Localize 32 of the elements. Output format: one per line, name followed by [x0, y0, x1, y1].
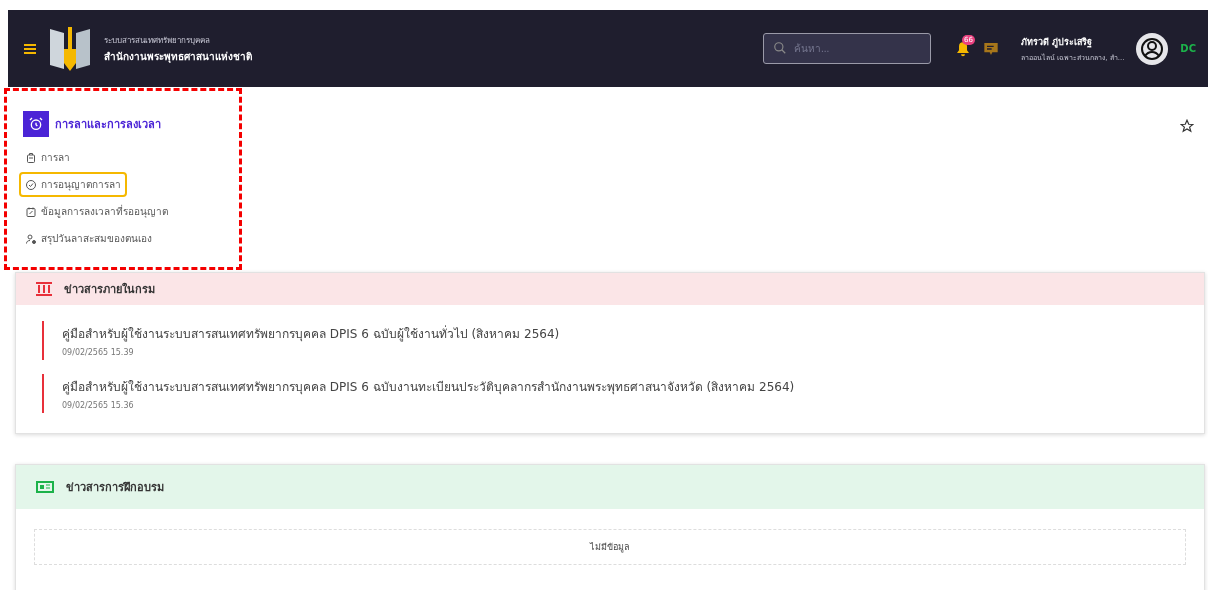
menu-title: การลาและการลงเวลา — [55, 117, 161, 133]
menu-item[interactable]: ข้อมูลการลงเวลาที่รออนุญาต — [19, 199, 174, 224]
menu-item[interactable]: การลา — [19, 145, 76, 170]
system-name: ระบบสารสนเทศทรัพยากรบุคคล — [104, 34, 211, 47]
card-title: ข่าวสารการฝึกอบรม — [66, 480, 164, 496]
newspaper-icon — [36, 481, 54, 493]
news-item[interactable]: คู่มือสำหรับผู้ใช้งานระบบสารสนเทศทรัพยากรบุคคล DPIS 6 ฉบับงานทะเบียนประวัติบุคลากรสำนักงานพระพุทธศาสนาจังหวัด (สิงหาคม 2564) 09/02/2565 15.36 — [42, 374, 1178, 413]
news-date: 09/02/2565 15.36 — [62, 401, 135, 410]
bell-icon[interactable] — [955, 40, 971, 57]
bag-icon — [25, 151, 37, 164]
user-icon — [1140, 36, 1165, 61]
news-item[interactable]: คู่มือสำหรับผู้ใช้งานระบบสารสนเทศทรัพยากรบุคคล DPIS 6 ฉบับผู้ใช้งานทั่วไป (สิงหาคม 2564) 09/02/2565 15.39 — [42, 321, 1178, 360]
star-icon[interactable] — [1180, 119, 1194, 133]
alarm-clock-icon — [23, 111, 49, 137]
user-name: ภัทรวดี ภู่ประเสริฐ — [1021, 35, 1094, 49]
news-date: 09/02/2565 15.39 — [62, 348, 135, 357]
card-title: ข่าวสารภายในกรม — [64, 281, 155, 298]
message-icon[interactable] — [983, 40, 999, 57]
avatar[interactable] — [1136, 32, 1169, 65]
news-title: คู่มือสำหรับผู้ใช้งานระบบสารสนเทศทรัพยากรบุคคล DPIS 6 ฉบับงานทะเบียนประวัติบุคลากรสำนักงานพระพุทธศาสนาจังหวัด (สิงหาคม 2564) — [62, 379, 796, 396]
building-icon — [36, 282, 52, 296]
organization-name: สำนักงานพระพุทธศาสนาแห่งชาติ — [104, 49, 252, 64]
check-circle-icon — [25, 178, 37, 191]
search-field[interactable]: ค้นหา... — [763, 33, 931, 64]
menu-icon[interactable] — [24, 42, 36, 55]
calendar-icon — [25, 205, 37, 218]
empty-message: ไม่มีข้อมูล — [590, 541, 630, 554]
menu-item[interactable]: การอนุญาตการลา — [19, 172, 127, 197]
news-title: คู่มือสำหรับผู้ใช้งานระบบสารสนเทศทรัพยากรบุคคล DPIS 6 ฉบับผู้ใช้งานทั่วไป (สิงหาคม 2564) — [62, 324, 561, 343]
status-label: DC — [1180, 43, 1196, 54]
user-icon — [25, 232, 37, 245]
menu-item[interactable]: สรุปวันลาสะสมของตนเอง — [19, 226, 158, 251]
